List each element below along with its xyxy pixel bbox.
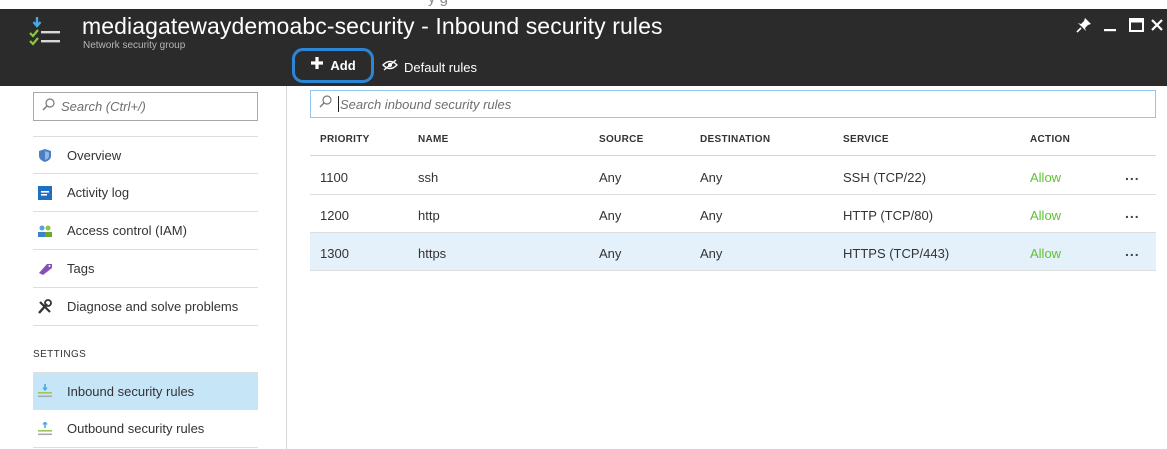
cell-name: https <box>418 246 447 261</box>
sidebar-item-label: Inbound security rules <box>67 383 195 399</box>
cell-destination: Any <box>700 170 723 185</box>
cell-source: Any <box>599 170 622 185</box>
add-button[interactable]: Add <box>292 48 374 83</box>
cell-action: Allow <box>1030 246 1062 261</box>
minimize-button[interactable] <box>1097 14 1123 40</box>
rules-search-placeholder: Search inbound security rules <box>340 96 512 112</box>
table-header: PRIORITY NAME SOURCE DESTINATION SERVICE… <box>310 120 1156 156</box>
sidebar-item-overview[interactable]: Overview <box>33 136 258 174</box>
blade-title: mediagatewaydemoabc-security - Inbound s… <box>82 13 663 39</box>
minimize-icon <box>1103 18 1117 37</box>
inbound-rules-icon <box>37 383 53 399</box>
network-security-group-icon <box>28 14 62 48</box>
shield-icon <box>37 147 53 163</box>
sidebar-item-outbound-security-rules[interactable]: Outbound security rules <box>33 410 258 448</box>
text-caret <box>338 96 339 112</box>
default-rules-label: Default rules <box>404 59 477 75</box>
cell-service: SSH (TCP/22) <box>843 170 927 185</box>
plus-icon <box>310 56 324 75</box>
column-header-action[interactable]: ACTION <box>1030 134 1070 145</box>
sidebar-item-tags[interactable]: Tags <box>33 250 258 288</box>
table-row-selected[interactable]: 1300 https Any Any HTTPS (TCP/443) Allow… <box>310 233 1156 271</box>
cell-action: Allow <box>1030 170 1062 185</box>
sidebar-item-inbound-security-rules[interactable]: Inbound security rules <box>33 372 258 410</box>
rules-search-input[interactable]: Search inbound security rules <box>310 90 1156 118</box>
cell-priority: 1200 <box>320 208 349 223</box>
cell-service: HTTPS (TCP/443) <box>843 246 950 261</box>
maximize-icon <box>1128 17 1144 37</box>
cell-destination: Any <box>700 246 723 261</box>
menu-search-input[interactable]: Search (Ctrl+/) <box>33 92 258 121</box>
cell-service: HTTP (TCP/80) <box>843 208 934 223</box>
cell-priority: 1300 <box>320 246 349 261</box>
sidebar-item-label: Access control (IAM) <box>67 223 187 238</box>
menu-search-placeholder: Search (Ctrl+/) <box>61 99 146 114</box>
more-options-button[interactable]: ... <box>1125 205 1140 221</box>
search-icon <box>42 97 55 116</box>
column-header-service[interactable]: SERVICE <box>843 134 889 145</box>
sidebar-item-activity-log[interactable]: Activity log <box>33 174 258 212</box>
column-header-destination[interactable]: DESTINATION <box>700 134 770 145</box>
hidden-eye-icon <box>382 58 398 76</box>
column-header-source[interactable]: SOURCE <box>599 134 644 145</box>
search-icon <box>319 95 332 113</box>
column-header-name[interactable]: NAME <box>418 134 449 145</box>
users-icon <box>37 223 53 239</box>
default-rules-button[interactable]: Default rules <box>382 57 477 77</box>
close-button[interactable] <box>1147 14 1167 40</box>
cell-action: Allow <box>1030 208 1062 223</box>
resource-menu: Search (Ctrl+/) Overview Activity log Ac… <box>0 86 287 449</box>
cell-source: Any <box>599 208 622 223</box>
clipped-top-strip: y g <box>0 0 1167 9</box>
wrench-icon <box>37 298 53 315</box>
maximize-button[interactable] <box>1123 14 1149 40</box>
sidebar-item-diagnose[interactable]: Diagnose and solve problems <box>33 288 258 326</box>
table-row[interactable]: 1100 ssh Any Any SSH (TCP/22) Allow ... <box>310 157 1156 195</box>
blade-header: y g mediagatewaydemoabc-security - Inbou… <box>0 0 1167 86</box>
cell-name: http <box>418 208 440 223</box>
pin-icon <box>1076 17 1092 38</box>
pin-button[interactable] <box>1071 14 1097 40</box>
sidebar-item-label: Overview <box>67 147 122 163</box>
settings-section-heading: SETTINGS <box>33 349 87 360</box>
column-header-priority[interactable]: PRIORITY <box>320 134 370 145</box>
cell-destination: Any <box>700 208 723 223</box>
more-options-button[interactable]: ... <box>1125 243 1140 259</box>
close-icon <box>1150 18 1164 37</box>
add-button-label: Add <box>330 58 356 73</box>
blade-subtitle: Network security group <box>83 40 186 51</box>
sidebar-item-label: Tags <box>67 261 95 276</box>
activity-log-icon <box>37 185 53 201</box>
cell-priority: 1100 <box>320 170 348 185</box>
sidebar-item-label: Activity log <box>67 185 130 200</box>
cell-source: Any <box>599 246 622 261</box>
sidebar-item-label: Outbound security rules <box>67 421 205 436</box>
clipped-text: y g <box>428 0 448 7</box>
outbound-rules-icon <box>37 421 53 437</box>
sidebar-item-access-control[interactable]: Access control (IAM) <box>33 212 258 250</box>
more-options-button[interactable]: ... <box>1125 167 1140 183</box>
cell-name: ssh <box>418 170 439 185</box>
tag-icon <box>37 261 53 277</box>
table-row[interactable]: 1200 http Any Any HTTP (TCP/80) Allow ..… <box>310 195 1156 233</box>
sidebar-item-label: Diagnose and solve problems <box>67 299 239 314</box>
